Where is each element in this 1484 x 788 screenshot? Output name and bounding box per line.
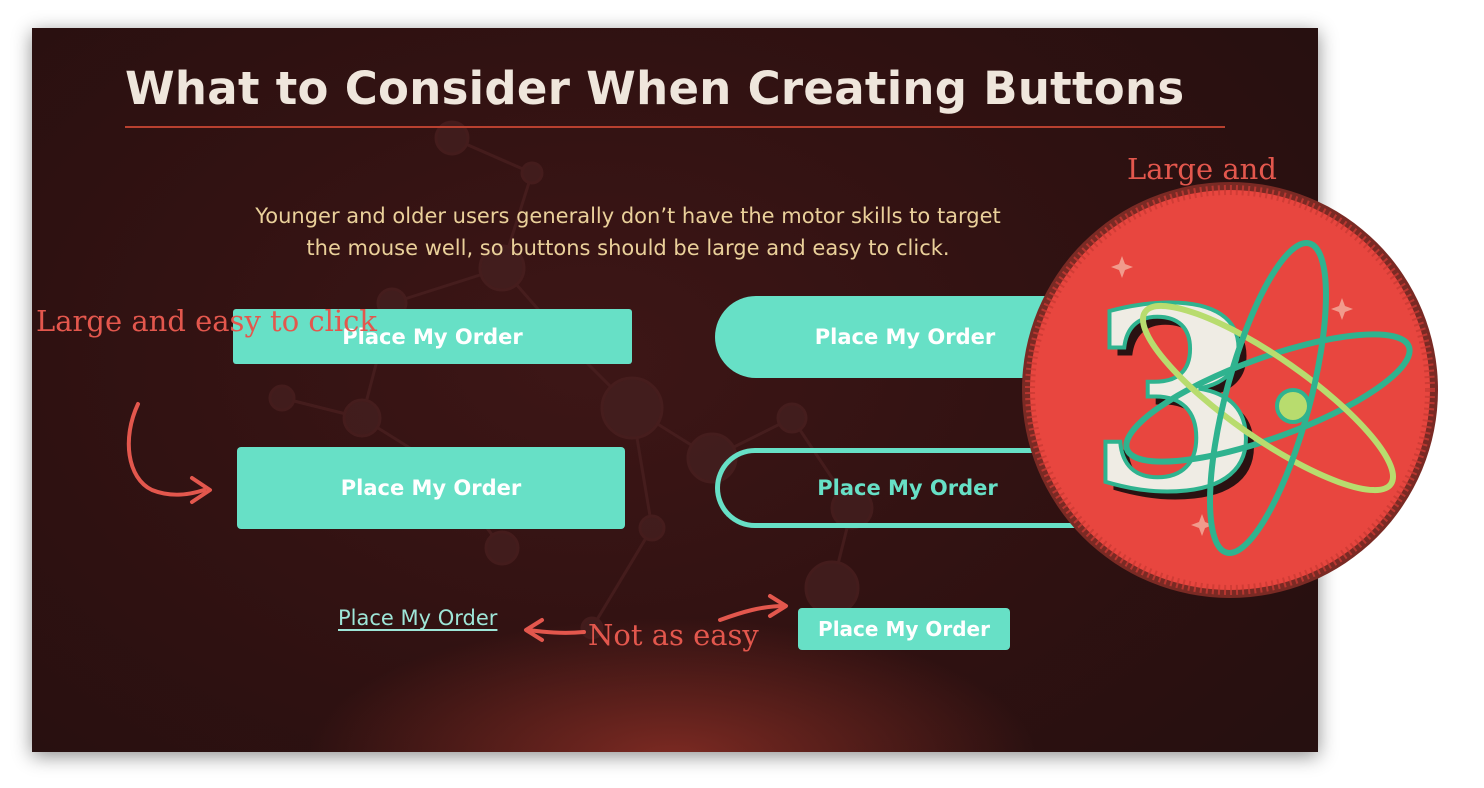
atom-three-badge-icon: 3 3 (1022, 182, 1438, 598)
title-divider (125, 126, 1225, 128)
place-order-button-compact[interactable]: Place My Order (798, 608, 1010, 650)
intro-text: Younger and older users generally don’t … (255, 204, 1001, 260)
place-order-button-large[interactable]: Place My Order (237, 447, 625, 529)
annotation-large-easy: Large and easy to click (36, 304, 377, 338)
place-order-link[interactable]: Place My Order (338, 606, 497, 630)
slide-title: What to Consider When Creating Buttons (125, 62, 1185, 115)
annotation-not-as-easy: Not as easy (588, 618, 759, 652)
